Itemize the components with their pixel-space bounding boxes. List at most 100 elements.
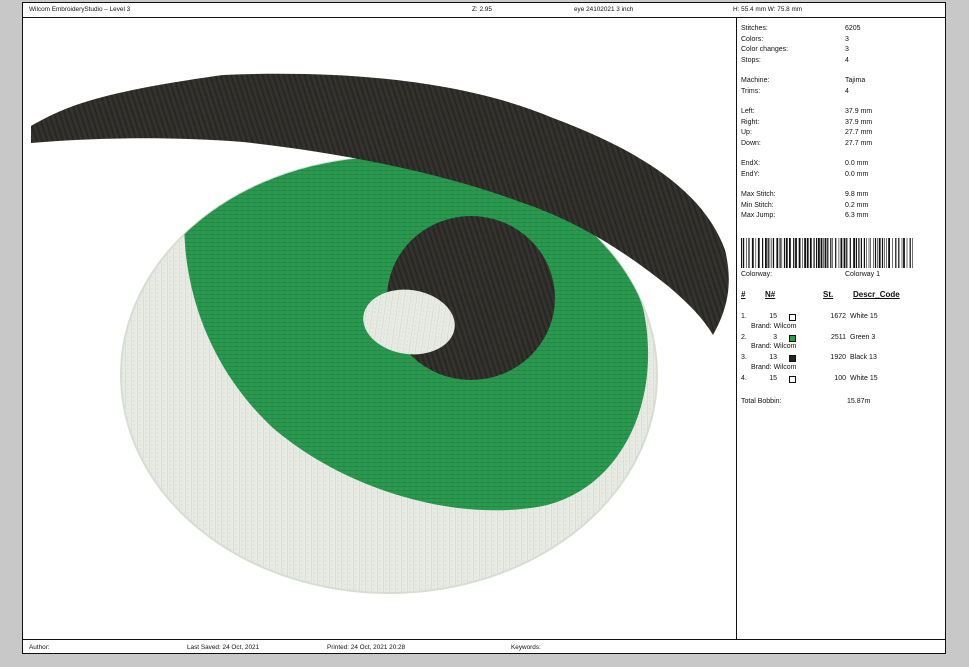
barcode-bar — [838, 238, 840, 268]
table-header-descr-code: Descr_Code — [853, 290, 900, 299]
barcode-bar — [866, 238, 867, 268]
stat-label: EndX: — [741, 160, 761, 167]
stat-value: 37.9 mm — [845, 118, 873, 126]
barcode-bar — [757, 238, 760, 268]
barcode-bar — [804, 238, 806, 268]
barcode-bar — [746, 238, 747, 268]
row-descr: Black 13 — [850, 354, 877, 361]
design-barcode — [741, 238, 915, 268]
header-bar: Wilcom EmbroideryStudio – Level 3 Z: 2.9… — [23, 3, 945, 18]
barcode-bar — [843, 238, 846, 268]
barcode-bar — [909, 238, 911, 268]
row-descr: White 15 — [850, 313, 878, 320]
barcode-bar — [824, 238, 827, 268]
stat-label: Stitches: — [741, 25, 768, 32]
stat-label: Colors: — [741, 35, 764, 43]
barcode-bar — [767, 238, 769, 268]
barcode-bar — [765, 238, 767, 268]
barcode-bar — [895, 238, 897, 268]
thread-color-swatch — [789, 334, 796, 342]
row-index: 4. — [741, 374, 747, 382]
barcode-graphic — [741, 238, 913, 268]
barcode-bar — [912, 238, 913, 268]
barcode-bar — [898, 238, 900, 268]
row-stitches: 2511 — [830, 333, 846, 341]
row-stitches: 1920 — [830, 354, 846, 361]
barcode-bar — [823, 238, 824, 268]
thread-color-swatch — [789, 314, 796, 321]
row-brand: Brand: Wilcom — [751, 343, 797, 350]
thread-color-swatch — [789, 375, 796, 383]
barcode-bar — [877, 238, 878, 268]
stat-label: Up: — [741, 129, 752, 136]
barcode-bar — [863, 238, 865, 268]
row-index: 1. — [741, 313, 747, 320]
barcode-bar — [813, 238, 815, 268]
row-brand: Brand: Wilcom — [751, 363, 797, 371]
row-index: 2. — [741, 333, 747, 341]
design-size: H: 55.4 mm W: 75.8 mm — [733, 6, 803, 13]
stat-value: 6205 — [845, 25, 861, 32]
design-preview — [23, 18, 736, 639]
design-info-panel: Stitches: 6205 Colors: 3 Color changes: 3 Stop… — [739, 18, 945, 639]
total-bobbin-value: 15.87m — [847, 398, 871, 405]
barcode-bar — [901, 238, 903, 268]
stat-label: Max Jump: — [741, 212, 776, 219]
barcode-bar — [793, 238, 795, 268]
row-descr: White 15 — [850, 374, 878, 382]
barcode-bar — [868, 238, 870, 268]
stat-value: 3 — [845, 46, 849, 53]
barcode-bar — [860, 238, 862, 268]
row-descr: Green 3 — [850, 333, 876, 341]
stat-label: Stops: — [741, 56, 761, 64]
barcode-bar — [884, 238, 885, 268]
stat-label: Right: — [741, 118, 760, 126]
barcode-bar — [888, 238, 890, 268]
barcode-bar — [779, 238, 781, 268]
barcode-bar — [873, 238, 874, 268]
barcode-bar — [881, 238, 884, 268]
stat-value: 4 — [845, 56, 849, 64]
keywords-label: Keywords: — [511, 644, 541, 651]
barcode-bar — [802, 238, 803, 268]
stat-value: 4 — [845, 87, 849, 95]
barcode-bar — [840, 238, 843, 268]
barcode-bar — [816, 238, 818, 268]
stat-value: 0.0 mm — [845, 160, 869, 167]
stat-value: 27.7 mm — [845, 129, 873, 136]
table-header-needle: N# — [765, 290, 776, 299]
row-brand: Brand: Wilcom — [751, 322, 797, 330]
barcode-bar — [772, 238, 775, 268]
row-stitches: 100 — [834, 374, 846, 382]
barcode-bar — [748, 238, 750, 268]
app-title: Wilcom EmbroideryStudio – Level 3 — [29, 6, 131, 13]
stat-value: 6.3 mm — [845, 212, 869, 219]
barcode-bar — [806, 238, 809, 268]
colorway-value: Colorway 1 — [845, 271, 881, 278]
barcode-bar — [776, 238, 779, 268]
stat-label: EndY: — [741, 170, 760, 178]
stat-label: Left: — [741, 108, 755, 115]
row-needle: 3 — [773, 333, 777, 341]
stat-value: 9.8 mm — [845, 191, 869, 198]
barcode-bar — [906, 238, 908, 268]
thread-color-swatch — [789, 355, 796, 362]
barcode-bar — [832, 238, 833, 268]
barcode-bar — [781, 238, 783, 268]
footer-bar: Author: Last Saved: 24 Oct, 2021 Printed… — [23, 639, 945, 654]
last-saved: Last Saved: 24 Oct, 2021 — [187, 644, 260, 651]
barcode-bar — [853, 238, 855, 268]
barcode-bar — [771, 238, 773, 268]
stat-value: Tajima — [845, 77, 866, 84]
zoom-level: Z: 2.95 — [472, 6, 492, 13]
row-stitches: 1672 — [830, 313, 846, 320]
barcode-bar — [751, 238, 754, 268]
design-name: eye 24102021 3 inch — [574, 6, 634, 13]
barcode-bar — [783, 238, 786, 268]
barcode-bar — [789, 238, 791, 268]
stat-label: Down: — [741, 139, 761, 147]
stat-value: 0.0 mm — [845, 170, 869, 178]
stat-label: Trims: — [741, 87, 761, 95]
colorway-label: Colorway: — [741, 271, 773, 278]
row-index: 3. — [741, 354, 747, 361]
